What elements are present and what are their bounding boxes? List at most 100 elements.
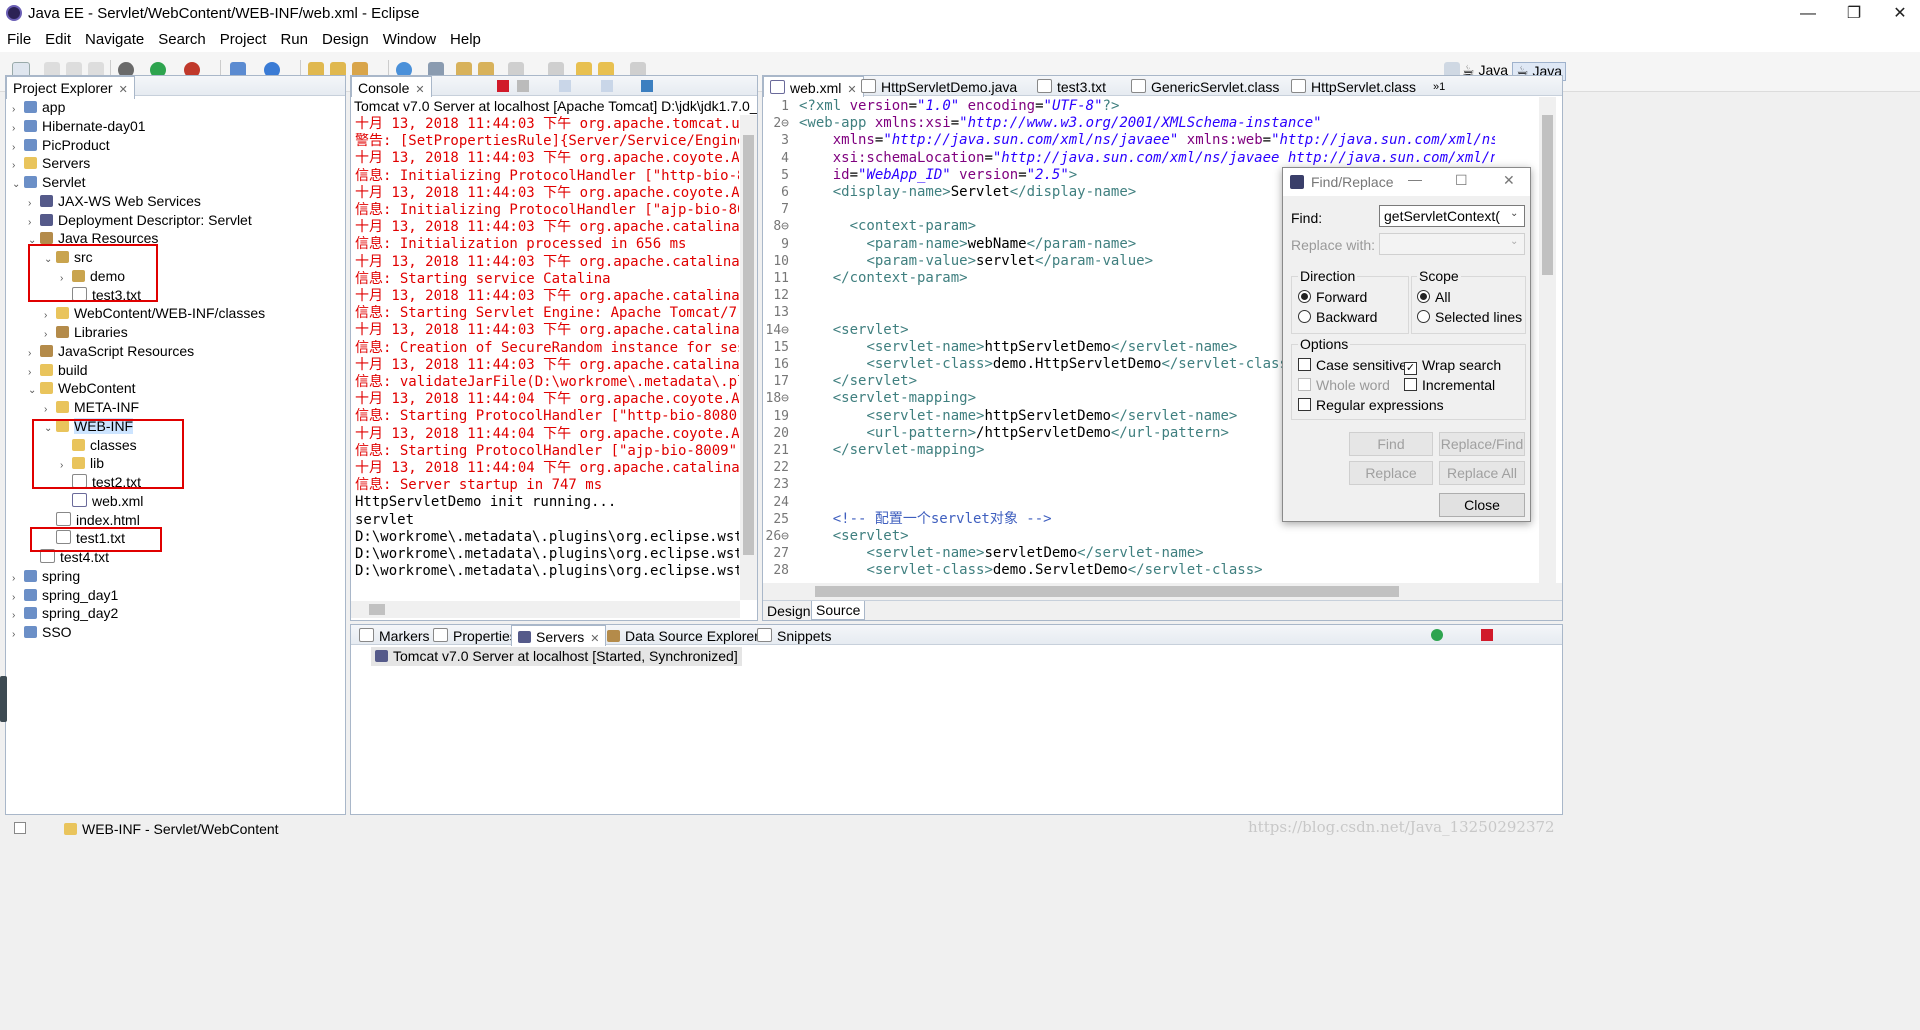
- tree-item-servers[interactable]: › Servers: [12, 153, 90, 173]
- editor-vscroll[interactable]: [1539, 97, 1556, 583]
- checkbox-incremental[interactable]: Incremental: [1404, 377, 1495, 393]
- tree-item-javascript-resources[interactable]: › JavaScript Resources: [28, 341, 194, 361]
- tree-item-spring-day2[interactable]: › spring_day2: [12, 603, 118, 623]
- properties-icon: [433, 628, 448, 642]
- dialog-maximize-button[interactable]: ☐: [1455, 172, 1468, 189]
- checkbox-case-sensitive[interactable]: Case sensitive: [1298, 357, 1407, 373]
- console-vscroll[interactable]: [740, 115, 757, 600]
- chevron-down-icon[interactable]: ⌄: [28, 381, 40, 401]
- tab-snippets[interactable]: Snippets: [751, 625, 837, 647]
- menu-navigate[interactable]: Navigate: [78, 28, 151, 48]
- console-line: D:\workrome\.metadata\.plugins\org.eclip…: [355, 563, 739, 580]
- tab-data-source-explorer[interactable]: Data Source Explorer: [601, 625, 765, 647]
- tab-servers[interactable]: Servers ✕: [511, 625, 607, 648]
- radio-backward[interactable]: Backward: [1298, 309, 1377, 325]
- maximize-button[interactable]: ❐: [1831, 0, 1877, 28]
- console-process-label: Tomcat v7.0 Server at localhost [Apache …: [351, 97, 757, 115]
- tree-item-jax-ws-web-services[interactable]: › JAX-WS Web Services: [28, 191, 201, 211]
- replace-button[interactable]: Replace: [1349, 461, 1433, 485]
- find-button[interactable]: Find: [1349, 432, 1433, 456]
- project-icon: [24, 138, 37, 151]
- tree-item-meta-inf[interactable]: › META-INF: [44, 397, 139, 417]
- menu-help[interactable]: Help: [443, 28, 488, 48]
- chevron-down-icon[interactable]: ⌄: [12, 175, 24, 195]
- tree-item-hibernate-day01[interactable]: › Hibernate-day01: [12, 116, 146, 136]
- server-row[interactable]: Tomcat v7.0 Server at localhost [Started…: [371, 647, 742, 666]
- project-icon: [24, 569, 37, 582]
- checkbox-wrap-search[interactable]: ✓ Wrap search: [1404, 357, 1501, 375]
- tab-test3[interactable]: test3.txt: [1031, 76, 1112, 98]
- side-handle[interactable]: [0, 676, 7, 722]
- tab-web-xml[interactable]: web.xml ✕: [763, 76, 864, 99]
- tree-item-picproduct[interactable]: › PicProduct: [12, 135, 110, 155]
- radio-selected-lines[interactable]: Selected lines: [1417, 309, 1522, 325]
- tree-item-sso[interactable]: › SSO: [12, 622, 72, 642]
- tree-item-webcontent-web-inf-classes[interactable]: › WebContent/WEB-INF/classes: [44, 303, 265, 323]
- tree-item-app[interactable]: › app: [12, 97, 65, 117]
- tab-properties[interactable]: Properties: [427, 625, 523, 647]
- console-line: 十月 13, 2018 11:44:03 下午 org.apache.catal…: [355, 288, 739, 304]
- tab-console[interactable]: Console ✕: [351, 76, 432, 99]
- tab-genericservlet[interactable]: GenericServlet.class: [1125, 76, 1285, 98]
- tab-source[interactable]: Source: [811, 601, 866, 620]
- console-hscroll[interactable]: [351, 601, 740, 618]
- radio-all[interactable]: All: [1417, 289, 1451, 305]
- radio-forward[interactable]: Forward: [1298, 289, 1367, 305]
- menu-edit[interactable]: Edit: [38, 28, 78, 48]
- close-button[interactable]: ✕: [1877, 0, 1920, 28]
- tree-item-spring[interactable]: › spring: [12, 566, 80, 586]
- tree-item-deployment-descriptor-servlet[interactable]: › Deployment Descriptor: Servlet: [28, 210, 252, 230]
- class-file-icon: [1131, 79, 1146, 93]
- minimize-button[interactable]: —: [1785, 0, 1831, 28]
- console-line: 十月 13, 2018 11:44:03 下午 org.apache.catal…: [355, 322, 739, 339]
- tree-item-webcontent[interactable]: ⌄ WebContent: [28, 378, 136, 398]
- checkbox-whole-word[interactable]: Whole word: [1298, 377, 1390, 393]
- tree-item-label: WebContent: [58, 380, 136, 397]
- tab-project-explorer[interactable]: Project Explorer ✕: [6, 76, 135, 99]
- checkbox-regex[interactable]: Regular expressions: [1298, 397, 1444, 413]
- close-tab-icon[interactable]: ✕: [119, 84, 128, 96]
- close-tab-icon[interactable]: ✕: [415, 84, 424, 96]
- clear-console-icon[interactable]: [559, 80, 571, 92]
- scope-group: [1411, 276, 1526, 334]
- tree-item-libraries[interactable]: › Libraries: [44, 322, 128, 342]
- close-tab-icon[interactable]: ✕: [590, 633, 599, 645]
- menu-project[interactable]: Project: [213, 28, 274, 48]
- find-input[interactable]: getServletContext(: [1384, 208, 1500, 224]
- menu-window[interactable]: Window: [376, 28, 443, 48]
- replace-find-button[interactable]: Replace/Find: [1439, 432, 1525, 456]
- scroll-lock-icon[interactable]: [601, 80, 613, 92]
- fast-view-icon[interactable]: [14, 822, 26, 834]
- terminate-icon[interactable]: [497, 80, 509, 92]
- remove-launch-icon[interactable]: [517, 80, 529, 92]
- menu-design[interactable]: Design: [315, 28, 376, 48]
- dialog-close-button[interactable]: ✕: [1503, 172, 1515, 189]
- find-combo[interactable]: getServletContext( ⌄: [1379, 205, 1525, 227]
- tab-markers[interactable]: Markers: [353, 625, 436, 647]
- chevron-right-icon[interactable]: ›: [12, 625, 24, 645]
- tree-item-web-xml[interactable]: web.xml: [60, 491, 143, 511]
- chevron-down-icon[interactable]: ⌄: [1510, 208, 1518, 219]
- tree-item-build[interactable]: › build: [28, 360, 88, 380]
- console-output[interactable]: 十月 13, 2018 11:44:03 下午 org.apache.tomca…: [351, 115, 739, 600]
- dialog-minimize-button[interactable]: —: [1408, 171, 1422, 187]
- console-line: 信息: Initialization processed in 656 ms: [355, 236, 687, 253]
- replace-all-button[interactable]: Replace All: [1439, 461, 1525, 485]
- tab-httpservletdemo[interactable]: HttpServletDemo.java: [855, 76, 1023, 98]
- menu-search[interactable]: Search: [151, 28, 213, 48]
- menu-file[interactable]: File: [0, 28, 38, 48]
- chevron-down-icon[interactable]: ⌄: [1510, 236, 1518, 247]
- tab-design[interactable]: Design: [767, 603, 811, 619]
- editor-hscroll[interactable]: [763, 583, 1562, 600]
- tree-item-spring-day1[interactable]: › spring_day1: [12, 585, 118, 605]
- replace-combo[interactable]: ⌄: [1379, 233, 1525, 255]
- start-server-icon[interactable]: [1431, 629, 1443, 641]
- wrap-search-label: Wrap search: [1422, 357, 1502, 373]
- menu-run[interactable]: Run: [273, 28, 315, 48]
- tab-httpservlet[interactable]: HttpServlet.class: [1285, 76, 1422, 98]
- close-dialog-button[interactable]: Close: [1439, 493, 1525, 517]
- tab-overflow[interactable]: »1: [1427, 76, 1451, 98]
- display-console-icon[interactable]: [641, 80, 653, 92]
- tree-item-servlet[interactable]: ⌄ Servlet: [12, 172, 86, 192]
- stop-server-icon[interactable]: [1481, 629, 1493, 641]
